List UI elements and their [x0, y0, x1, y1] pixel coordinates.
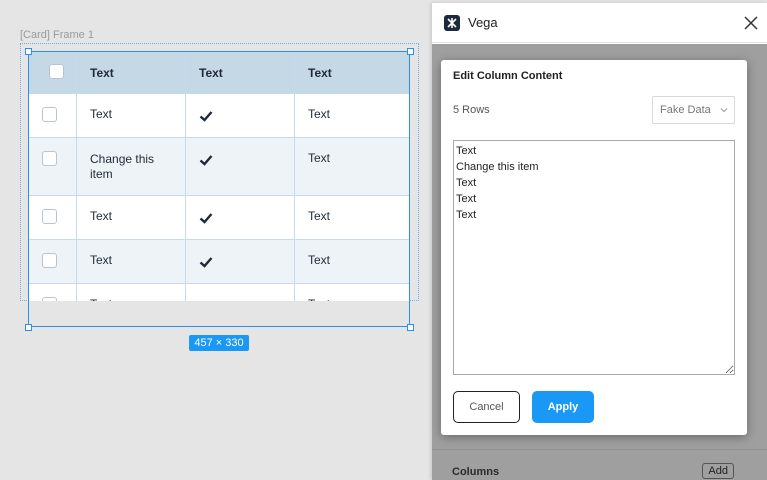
column-header[interactable]: Text: [76, 51, 186, 94]
cell-text: Text: [294, 239, 410, 284]
checkmark-icon: [199, 299, 213, 301]
row-checkbox[interactable]: [42, 151, 57, 166]
table-row[interactable]: Text Text: [28, 239, 410, 284]
row-checkbox[interactable]: [42, 107, 57, 122]
rows-count-label: 5 Rows: [453, 104, 490, 116]
dimensions-badge: 457 × 330: [189, 335, 249, 351]
cell-check: [185, 239, 295, 284]
header-checkbox-cell: [28, 51, 77, 94]
cell-text: Text: [294, 93, 410, 138]
add-column-button[interactable]: Add: [702, 463, 734, 479]
plugin-title: Vega: [468, 15, 498, 30]
row-checkbox[interactable]: [42, 297, 57, 301]
checkmark-icon: [199, 257, 213, 268]
apply-button[interactable]: Apply: [532, 391, 594, 423]
cell-text: Text: [76, 283, 186, 301]
cell-check: [185, 137, 295, 196]
frame-label[interactable]: [Card] Frame 1: [20, 29, 94, 41]
select-all-checkbox[interactable]: [49, 63, 64, 79]
table-row[interactable]: Text Text: [28, 93, 410, 138]
data-source-value: Fake Data: [660, 104, 711, 116]
plugin-header: Vega: [432, 3, 767, 43]
chevron-down-icon: [720, 108, 728, 113]
row-checkbox-cell: [28, 137, 77, 196]
column-header[interactable]: Text: [185, 51, 295, 94]
cell-text: Text: [294, 283, 410, 301]
cell-text: Text: [294, 137, 410, 196]
cell-text: Text: [76, 239, 186, 284]
table-frame[interactable]: Text Text Text Text Text Change this ite…: [28, 51, 410, 301]
cell-check: [185, 195, 295, 240]
cancel-button[interactable]: Cancel: [453, 391, 520, 423]
row-checkbox-cell: [28, 93, 77, 138]
row-checkbox[interactable]: [42, 209, 57, 224]
resize-handle-top-left[interactable]: [25, 48, 32, 55]
cell-text: Text: [294, 195, 410, 240]
cell-check: [185, 283, 295, 301]
dialog-title: Edit Column Content: [453, 70, 563, 82]
edit-column-dialog: Edit Column Content 5 Rows Fake Data Tex…: [441, 60, 747, 435]
row-checkbox[interactable]: [42, 253, 57, 268]
row-checkbox-cell: [28, 283, 77, 301]
cell-check: [185, 93, 295, 138]
cell-text: Text: [76, 93, 186, 138]
resize-handle-bottom-right[interactable]: [407, 324, 414, 331]
table-row[interactable]: Change this item Text: [28, 137, 410, 196]
cell-text: Text: [76, 195, 186, 240]
resize-handle-top-right[interactable]: [407, 48, 414, 55]
table-row[interactable]: Text Text: [28, 283, 410, 301]
table-row[interactable]: Text Text: [28, 195, 410, 240]
vega-logo-icon: [444, 14, 460, 31]
table-header-row: Text Text Text: [28, 51, 410, 94]
column-content-textarea[interactable]: Text Change this item Text Text Text: [453, 140, 735, 375]
row-checkbox-cell: [28, 195, 77, 240]
cell-text: Change this item: [76, 137, 186, 196]
checkmark-icon: [199, 111, 213, 122]
column-header[interactable]: Text: [294, 51, 410, 94]
data-table: Text Text Text Text Text Change this ite…: [28, 51, 410, 301]
columns-section: Columns Add: [432, 449, 767, 480]
resize-handle-bottom-left[interactable]: [25, 324, 32, 331]
row-checkbox-cell: [28, 239, 77, 284]
checkmark-icon: [199, 155, 213, 166]
close-icon[interactable]: [744, 16, 758, 30]
checkmark-icon: [199, 213, 213, 224]
data-source-select[interactable]: Fake Data: [652, 96, 735, 124]
columns-section-title: Columns: [452, 466, 500, 478]
